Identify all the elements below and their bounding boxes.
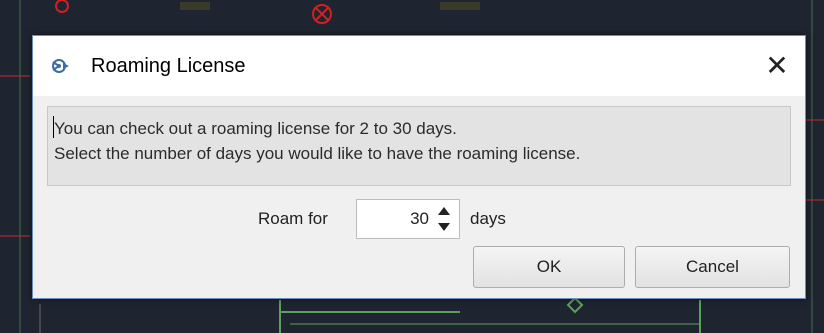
cancel-button[interactable]: Cancel [635, 246, 790, 288]
ok-button[interactable]: OK [473, 246, 625, 288]
message-area: You can check out a roaming license for … [47, 106, 791, 186]
close-button[interactable]: ✕ [749, 36, 805, 94]
chevron-down-icon[interactable] [437, 220, 451, 234]
close-icon: ✕ [765, 49, 789, 81]
roaming-app-icon [52, 59, 69, 73]
roam-for-label: Roam for [258, 209, 328, 228]
days-spinner[interactable]: 30 [356, 199, 460, 239]
message-line-2: Select the number of days you would like… [54, 144, 581, 163]
days-value[interactable]: 30 [410, 209, 429, 229]
dialog-titlebar[interactable]: Roaming License ✕ [33, 36, 805, 96]
text-caret [53, 116, 54, 138]
dialog-title: Roaming License [91, 55, 246, 77]
roaming-license-dialog: Roaming License ✕ You can check out a ro… [32, 35, 806, 299]
days-unit-label: days [470, 209, 506, 228]
chevron-up-icon[interactable] [437, 204, 451, 218]
message-line-1: You can check out a roaming license for … [54, 119, 457, 138]
